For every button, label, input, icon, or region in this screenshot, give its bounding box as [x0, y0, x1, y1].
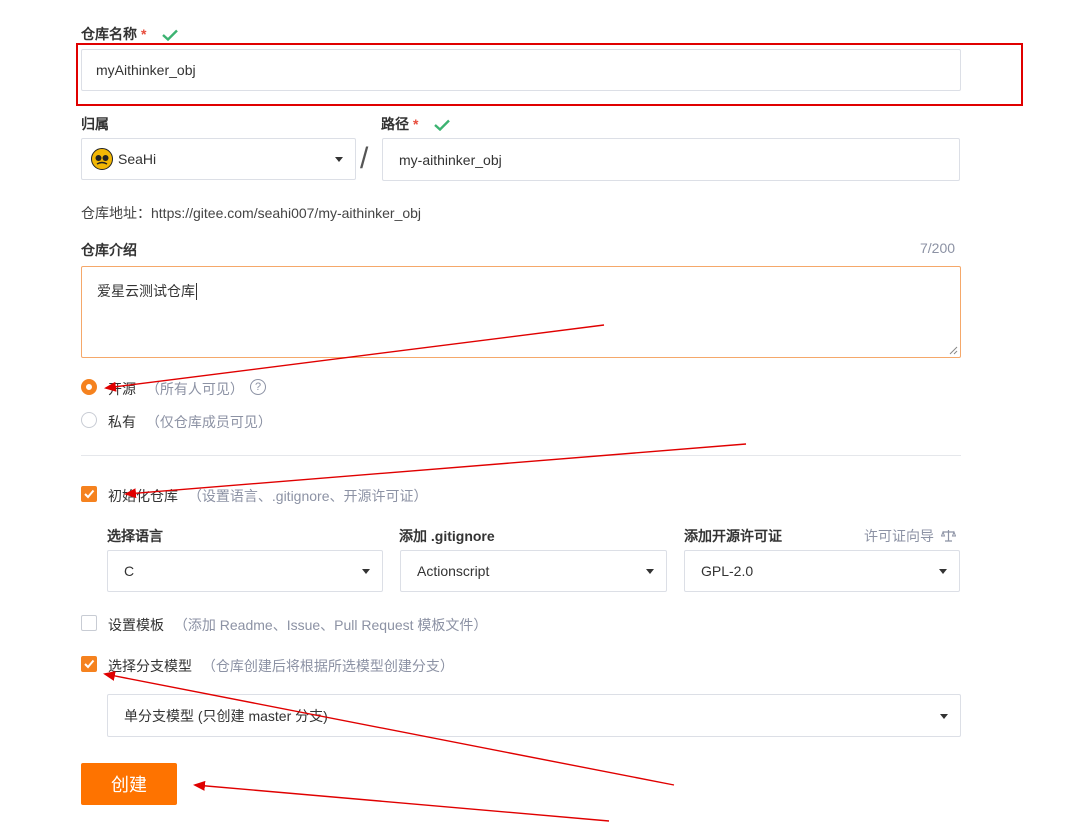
- checkmark-icon: [84, 659, 95, 669]
- init-repo-checkbox[interactable]: [81, 486, 97, 502]
- language-label: 选择语言: [107, 528, 163, 544]
- check-icon: [434, 119, 451, 132]
- license-select[interactable]: GPL-2.0: [684, 550, 960, 592]
- description-textarea[interactable]: 爱星云测试仓库: [81, 266, 961, 358]
- description-counter: 7/200: [920, 240, 956, 256]
- chevron-down-icon: [362, 569, 370, 574]
- chevron-down-icon: [335, 157, 343, 162]
- highlight-box: [76, 43, 1023, 106]
- language-select[interactable]: C: [107, 550, 383, 592]
- private-option[interactable]: 私有 （仅仓库成员可见）: [108, 412, 272, 432]
- chevron-down-icon: [939, 569, 947, 574]
- path-input[interactable]: my-aithinker_obj: [382, 138, 960, 181]
- annotation-arrow: [193, 780, 610, 822]
- chevron-down-icon: [646, 569, 654, 574]
- chevron-down-icon: [940, 713, 948, 719]
- repo-address: 仓库地址：https://gitee.com/seahi007/my-aithi…: [81, 205, 422, 221]
- check-icon: [162, 29, 179, 42]
- description-label: 仓库介绍: [81, 242, 137, 258]
- checkmark-icon: [84, 489, 95, 499]
- license-label: 添加开源许可证: [684, 528, 782, 544]
- gitignore-select[interactable]: Actionscript: [400, 550, 667, 592]
- branch-model-checkbox[interactable]: [81, 656, 97, 672]
- branch-model-option[interactable]: 选择分支模型 （仓库创建后将根据所选模型创建分支）: [108, 656, 454, 676]
- resize-handle-icon[interactable]: [949, 346, 958, 355]
- owner-select[interactable]: SeaHi: [81, 138, 356, 180]
- help-icon[interactable]: ?: [250, 379, 266, 395]
- required-mark: *: [141, 26, 147, 42]
- path-label: 路径 *: [381, 114, 451, 134]
- init-repo-option[interactable]: 初始化仓库 （设置语言、.gitignore、开源许可证）: [108, 486, 427, 506]
- create-button[interactable]: 创建: [81, 763, 177, 805]
- gitignore-label: 添加 .gitignore: [399, 528, 495, 544]
- text-cursor: [196, 283, 197, 301]
- avatar: [91, 148, 113, 170]
- required-mark: *: [413, 116, 419, 132]
- public-option[interactable]: 开源 （所有人可见）: [108, 379, 244, 399]
- path-separator: /: [360, 142, 369, 175]
- divider: [81, 455, 961, 456]
- private-radio[interactable]: [81, 412, 97, 428]
- repo-name-label: 仓库名称 *: [81, 24, 179, 44]
- owner-label: 归属: [81, 116, 109, 132]
- template-option[interactable]: 设置模板 （添加 Readme、Issue、Pull Request 模板文件）: [108, 615, 487, 635]
- branch-model-select[interactable]: 单分支模型 (只创建 master 分支): [107, 694, 961, 737]
- public-radio[interactable]: [81, 379, 97, 395]
- template-checkbox[interactable]: [81, 615, 97, 631]
- scale-icon: [940, 530, 957, 542]
- license-guide-link[interactable]: 许可证向导: [864, 526, 957, 546]
